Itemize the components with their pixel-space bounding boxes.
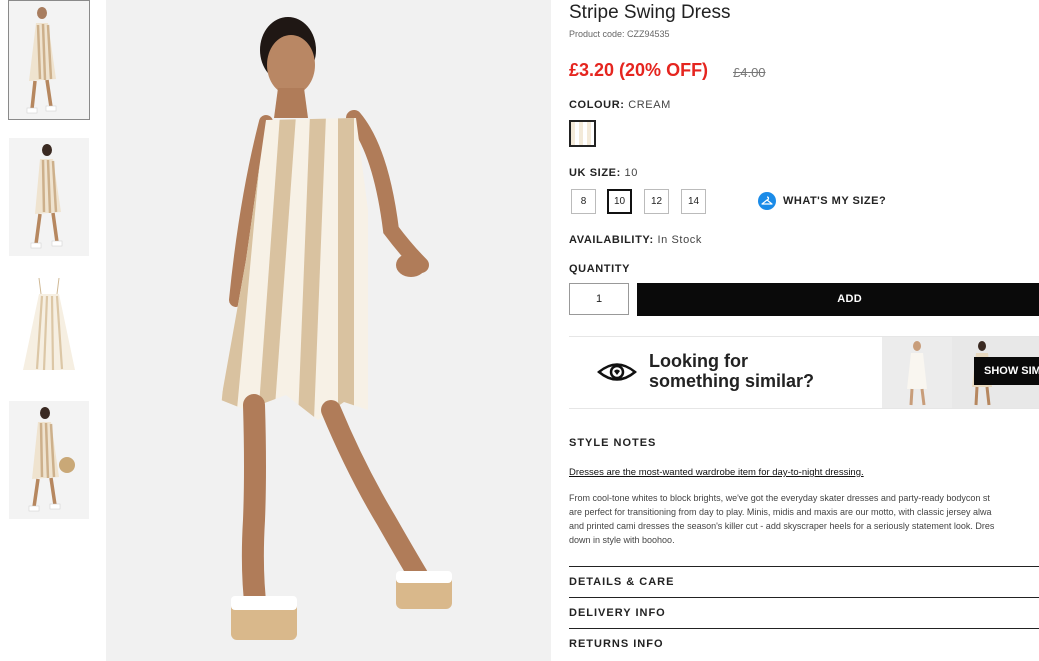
main-product-image[interactable]: [106, 0, 551, 661]
availability-label: AVAILABILITY:: [569, 234, 654, 246]
product-code: Product code: CZZ94535: [569, 29, 670, 39]
colour-swatch-cream[interactable]: [569, 120, 596, 147]
divider: [569, 628, 1039, 629]
hanger-icon: [758, 192, 776, 210]
size-label: UK SIZE:: [569, 167, 621, 179]
details-care-accordion[interactable]: DETAILS & CARE: [569, 576, 674, 588]
style-notes-line-3: and printed cami dresses the season's ki…: [569, 521, 995, 531]
product-title: Stripe Swing Dress: [569, 2, 731, 23]
colour-label: COLOUR:: [569, 99, 625, 111]
model-wearing-dress-image: [106, 0, 551, 661]
style-notes-line-1: From cool-tone whites to block brights, …: [569, 493, 990, 503]
quantity-input[interactable]: [569, 283, 629, 315]
size-label-line: UK SIZE: 10: [569, 167, 638, 179]
size-value: 10: [624, 167, 638, 179]
similar-item-image-1: [882, 337, 952, 408]
colour-value: CREAM: [628, 99, 671, 111]
similar-line-1: Looking for: [649, 351, 748, 371]
original-price: £4.00: [733, 65, 766, 80]
returns-info-accordion[interactable]: RETURNS INFO: [569, 638, 664, 650]
delivery-info-accordion[interactable]: DELIVERY INFO: [569, 607, 666, 619]
thumbnail-4[interactable]: [9, 401, 89, 519]
similar-line-2: something similar?: [649, 371, 815, 391]
size-option-8[interactable]: 8: [571, 189, 596, 214]
style-notes-line-4: down in style with boohoo.: [569, 535, 675, 545]
similar-items-banner[interactable]: Looking for something similar? SHOW SIM: [569, 336, 1039, 409]
sale-price: £3.20 (20% OFF): [569, 60, 709, 80]
thumbnail-2[interactable]: [9, 138, 89, 256]
show-similar-button[interactable]: SHOW SIM: [974, 357, 1039, 385]
size-option-14[interactable]: 14: [681, 189, 706, 214]
model-bag-thumbnail-image: [9, 401, 89, 519]
add-to-bag-button[interactable]: ADD TO BAG: [637, 283, 1039, 371]
divider: [569, 566, 1039, 567]
quantity-label: QUANTITY: [569, 263, 631, 275]
similar-banner-text: Looking for something similar?: [649, 351, 814, 391]
style-notes-heading[interactable]: STYLE NOTES: [569, 437, 656, 449]
colour-label-line: COLOUR: CREAM: [569, 99, 671, 111]
flat-lay-thumbnail-image: [9, 270, 89, 388]
size-option-12[interactable]: 12: [644, 189, 669, 214]
eye-icon: [597, 363, 637, 381]
product-info-panel: Stripe Swing Dress Product code: CZZ9453…: [569, 0, 1039, 661]
divider: [569, 597, 1039, 598]
model-front-thumbnail-image: [9, 1, 89, 119]
thumbnail-3[interactable]: [9, 270, 89, 388]
whats-my-size-label: WHAT'S MY SIZE?: [783, 195, 887, 207]
thumbnail-1[interactable]: [8, 0, 90, 120]
style-notes-line-2: are perfect for transitioning from day t…: [569, 507, 992, 517]
availability-line: AVAILABILITY: In Stock: [569, 234, 702, 246]
availability-value: In Stock: [657, 234, 702, 246]
product-page: Stripe Swing Dress Product code: CZZ9453…: [0, 0, 1039, 661]
model-back-thumbnail-image: [9, 138, 89, 256]
style-notes-body: From cool-tone whites to block brights, …: [569, 491, 1039, 547]
size-option-10[interactable]: 10: [607, 189, 632, 214]
style-notes-headline: Dresses are the most-wanted wardrobe ite…: [569, 467, 864, 478]
quantity-label-line: QUANTITY: [569, 263, 630, 275]
